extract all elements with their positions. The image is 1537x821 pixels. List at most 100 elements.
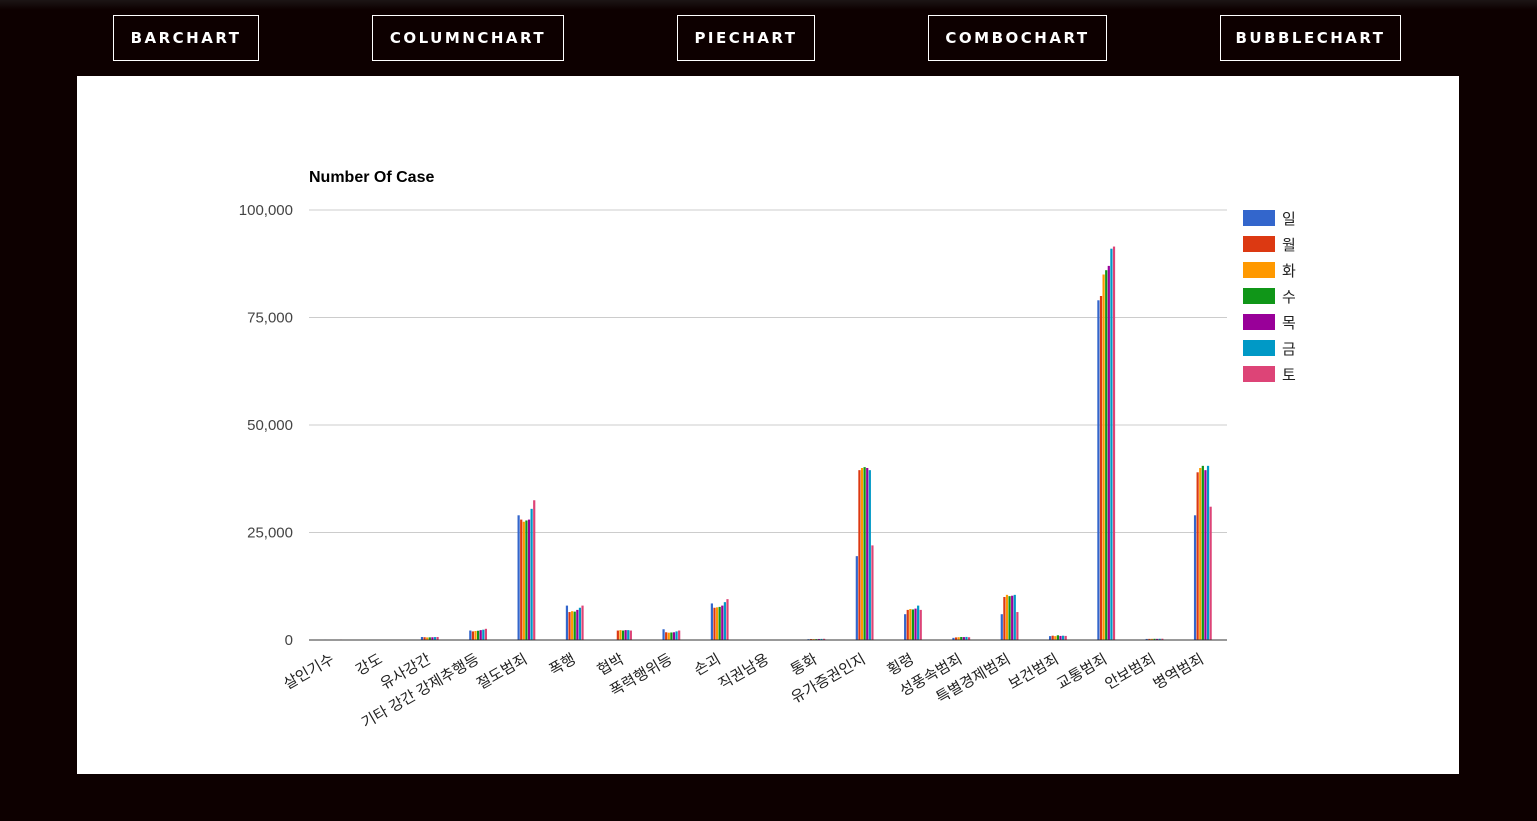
bar[interactable] bbox=[911, 609, 915, 640]
bar[interactable] bbox=[1048, 636, 1052, 640]
bar[interactable] bbox=[670, 632, 673, 640]
bar[interactable] bbox=[474, 630, 477, 640]
bar[interactable] bbox=[1056, 635, 1059, 640]
piechart-button[interactable]: PIECHART bbox=[677, 15, 815, 61]
bar[interactable] bbox=[621, 630, 625, 640]
barchart-button[interactable]: BARCHART bbox=[113, 15, 259, 61]
bar[interactable] bbox=[479, 630, 482, 640]
y-tick-label: 25,000 bbox=[247, 525, 293, 542]
bar[interactable] bbox=[919, 609, 922, 640]
bar[interactable] bbox=[662, 629, 665, 640]
bar[interactable] bbox=[533, 500, 536, 640]
bar[interactable] bbox=[616, 630, 619, 640]
bar[interactable] bbox=[520, 519, 523, 640]
x-tick-label: 병역범죄 bbox=[1151, 651, 1207, 693]
bar[interactable] bbox=[484, 628, 488, 640]
y-axis-ticks: 0 25,000 50,000 75,000 100,000 bbox=[239, 202, 293, 649]
bar[interactable] bbox=[1193, 515, 1197, 640]
bar[interactable] bbox=[672, 632, 676, 640]
combochart-button[interactable]: COMBOCHART bbox=[928, 15, 1107, 61]
bar[interactable] bbox=[573, 611, 576, 640]
bar[interactable] bbox=[726, 599, 729, 640]
bar[interactable] bbox=[1008, 596, 1011, 640]
bar[interactable] bbox=[1013, 594, 1016, 640]
bar[interactable] bbox=[863, 467, 866, 640]
bar[interactable] bbox=[629, 630, 632, 640]
bar[interactable] bbox=[517, 515, 520, 640]
bar[interactable] bbox=[909, 609, 912, 640]
bar[interactable] bbox=[1112, 246, 1116, 641]
bar[interactable] bbox=[710, 603, 713, 640]
bar[interactable] bbox=[1110, 248, 1113, 640]
bar[interactable] bbox=[581, 605, 584, 640]
bar[interactable] bbox=[1051, 635, 1054, 640]
bar[interactable] bbox=[576, 609, 579, 640]
bar[interactable] bbox=[1107, 265, 1110, 640]
bar[interactable] bbox=[1005, 594, 1009, 640]
bar[interactable] bbox=[713, 607, 716, 640]
bar[interactable] bbox=[578, 607, 582, 640]
bar[interactable] bbox=[571, 611, 574, 640]
bar[interactable] bbox=[1209, 506, 1212, 640]
bar[interactable] bbox=[627, 630, 630, 640]
bar[interactable] bbox=[904, 614, 907, 640]
bar[interactable] bbox=[619, 630, 622, 640]
bar[interactable] bbox=[675, 631, 678, 640]
legend-swatch bbox=[1243, 314, 1275, 330]
x-axis-labels: 살인기수 강도유사강간기타 강간 강제추행등절도범죄 폭행 협박폭력행위등 손괴직권남용… bbox=[281, 651, 1207, 732]
bar[interactable] bbox=[665, 632, 668, 640]
chart-panel: Number Of Case 0 25,000 50,000 75,000 100,00… bbox=[77, 76, 1459, 774]
bar[interactable] bbox=[1102, 274, 1105, 641]
bar[interactable] bbox=[477, 630, 480, 640]
bar[interactable] bbox=[1059, 635, 1062, 640]
bar[interactable] bbox=[1097, 300, 1100, 640]
bar[interactable] bbox=[1204, 470, 1207, 640]
bar[interactable] bbox=[868, 470, 871, 640]
x-tick-label: 폭행 bbox=[546, 651, 578, 680]
bar[interactable] bbox=[482, 629, 485, 640]
bar[interactable] bbox=[522, 521, 525, 640]
y-tick-label: 0 bbox=[285, 632, 293, 649]
legend-swatch bbox=[1243, 236, 1275, 252]
bar[interactable] bbox=[1196, 472, 1199, 640]
bar[interactable] bbox=[565, 605, 569, 640]
bar[interactable] bbox=[917, 605, 920, 640]
bar[interactable] bbox=[715, 607, 719, 640]
bar[interactable] bbox=[1000, 614, 1003, 640]
bar[interactable] bbox=[1201, 465, 1204, 640]
bar[interactable] bbox=[906, 609, 909, 640]
bar[interactable] bbox=[1011, 595, 1014, 640]
bar[interactable] bbox=[723, 602, 726, 640]
bar[interactable] bbox=[530, 508, 533, 640]
bar[interactable] bbox=[678, 630, 681, 640]
columnchart-button[interactable]: COLUMNCHART bbox=[372, 15, 564, 61]
bar[interactable] bbox=[527, 519, 531, 640]
chart-title: Number Of Case bbox=[309, 169, 434, 186]
bar[interactable] bbox=[624, 630, 627, 640]
bar[interactable] bbox=[1064, 635, 1067, 640]
bar[interactable] bbox=[721, 605, 724, 640]
bar[interactable] bbox=[525, 520, 528, 640]
bar[interactable] bbox=[1199, 468, 1202, 640]
bar[interactable] bbox=[1003, 597, 1006, 640]
bar[interactable] bbox=[718, 606, 721, 640]
bar[interactable] bbox=[860, 468, 864, 640]
legend: 일월화수목금토 bbox=[1243, 210, 1296, 384]
bar[interactable] bbox=[568, 612, 571, 640]
bar[interactable] bbox=[667, 632, 670, 640]
bubblechart-button[interactable]: BUBBLECHART bbox=[1220, 15, 1401, 61]
bar[interactable] bbox=[871, 545, 874, 640]
bar[interactable] bbox=[866, 468, 869, 640]
bar[interactable] bbox=[1206, 465, 1210, 640]
bar[interactable] bbox=[1099, 296, 1103, 640]
bar[interactable] bbox=[855, 556, 858, 640]
bar[interactable] bbox=[858, 470, 861, 640]
bar[interactable] bbox=[1016, 612, 1019, 640]
y-tick-label: 50,000 bbox=[247, 417, 293, 434]
bar[interactable] bbox=[469, 630, 472, 640]
bar[interactable] bbox=[914, 608, 917, 640]
bar[interactable] bbox=[1054, 636, 1057, 640]
bar[interactable] bbox=[1061, 635, 1065, 640]
bar[interactable] bbox=[1105, 270, 1108, 640]
bar[interactable] bbox=[471, 631, 475, 640]
